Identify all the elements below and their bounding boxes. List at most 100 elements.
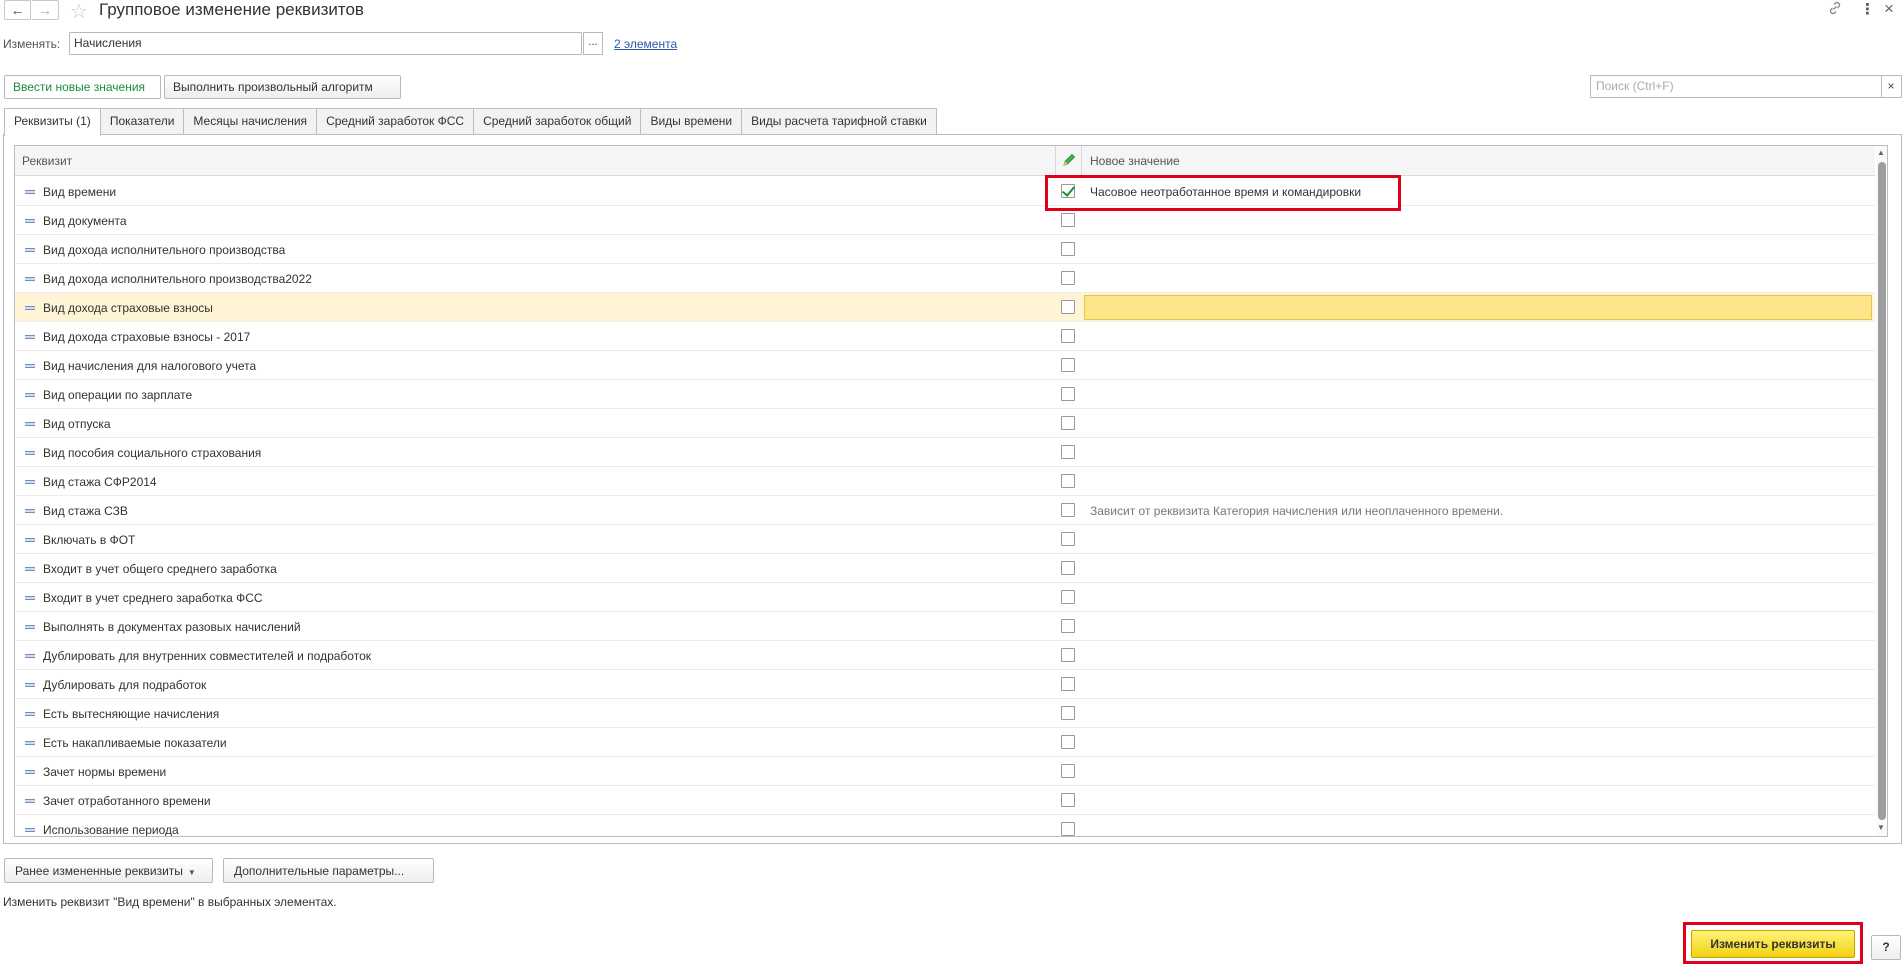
requisite-icon <box>25 596 35 600</box>
title-bar: ← → ☆ Групповое изменение реквизитов ⋮ × <box>0 0 1904 24</box>
requisite-icon <box>25 451 35 455</box>
table-row[interactable]: Вид начисления для налогового учета <box>15 351 1875 380</box>
new-value-cell[interactable]: Часовое неотработанное время и командиро… <box>1090 185 1361 199</box>
column-header-new-value[interactable]: Новое значение <box>1090 154 1180 168</box>
requisite-icon <box>25 277 35 281</box>
change-checkbox[interactable] <box>1061 271 1075 285</box>
favorite-star-icon[interactable]: ☆ <box>70 0 88 24</box>
requisite-label: Зачет отработанного времени <box>43 794 211 808</box>
table-row[interactable]: Вид отпуска <box>15 409 1875 438</box>
scroll-down-icon[interactable]: ▼ <box>1877 823 1885 832</box>
tab-avg-earnings-fss[interactable]: Средний заработок ФСС <box>316 108 475 135</box>
table-row[interactable]: Вид дохода исполнительного производства2… <box>15 264 1875 293</box>
change-checkbox[interactable] <box>1061 387 1075 401</box>
requisite-icon <box>25 509 35 513</box>
table-row[interactable]: Вид операции по зарплате <box>15 380 1875 409</box>
requisite-label: Зачет нормы времени <box>43 765 167 779</box>
change-checkbox[interactable] <box>1061 677 1075 691</box>
table-row[interactable]: Вид времени Часовое неотработанное время … <box>15 177 1875 206</box>
extra-parameters-button[interactable]: Дополнительные параметры... <box>223 858 434 883</box>
apply-changes-button[interactable]: Изменить реквизиты <box>1691 930 1855 958</box>
change-checkbox[interactable] <box>1061 648 1075 662</box>
more-menu-icon[interactable]: ⋮ <box>1860 0 1875 18</box>
tab-accrual-months[interactable]: Месяцы начисления <box>183 108 318 135</box>
tab-requisites[interactable]: Реквизиты (1) <box>4 108 101 136</box>
table-row[interactable]: Вид дохода страховые взносы - 2017 <box>15 322 1875 351</box>
requisite-label: Входит в учет общего среднего заработка <box>43 562 277 576</box>
table-row[interactable]: Включать в ФОТ <box>15 525 1875 554</box>
change-checkbox[interactable] <box>1061 764 1075 778</box>
change-checkbox[interactable] <box>1061 706 1075 720</box>
tab-indicators[interactable]: Показатели <box>99 108 185 135</box>
table-row[interactable]: Есть вытесняющие начисления <box>15 699 1875 728</box>
tab-rate-calculation-types[interactable]: Виды расчета тарифной ставки <box>741 108 937 135</box>
requisites-table: Реквизит Новое значение Вид времени Часов… <box>14 145 1888 837</box>
table-row[interactable]: Вид дохода страховые взносы <box>15 293 1875 322</box>
table-row[interactable]: Вид стажа СФР2014 <box>15 467 1875 496</box>
change-checkbox[interactable] <box>1061 213 1075 227</box>
requisite-icon <box>25 422 35 426</box>
table-row[interactable]: Вид стажа СЗВ Зависит от реквизита Катего… <box>15 496 1875 525</box>
tab-time-types[interactable]: Виды времени <box>640 108 743 135</box>
previously-changed-button[interactable]: Ранее измененные реквизиты ▼ <box>4 858 213 883</box>
back-button[interactable]: ← <box>4 0 31 20</box>
scroll-thumb[interactable] <box>1878 162 1886 820</box>
table-row[interactable]: Вид пособия социального страхования <box>15 438 1875 467</box>
change-checkbox[interactable] <box>1061 329 1075 343</box>
table-row[interactable]: Дублировать для внутренних совместителей… <box>15 641 1875 670</box>
change-object-input[interactable]: Начисления <box>69 32 582 55</box>
change-checkbox[interactable] <box>1061 561 1075 575</box>
window-title: Групповое изменение реквизитов <box>99 0 364 19</box>
change-checkbox[interactable] <box>1061 793 1075 807</box>
table-row[interactable]: Зачет отработанного времени <box>15 786 1875 815</box>
table-row[interactable]: Входит в учет среднего заработка ФСС <box>15 583 1875 612</box>
link-icon[interactable] <box>1828 1 1842 18</box>
change-checkbox[interactable] <box>1061 358 1075 372</box>
requisite-label: Вид документа <box>43 214 127 228</box>
change-checkbox[interactable] <box>1061 416 1075 430</box>
requisite-icon <box>25 567 35 571</box>
change-checkbox[interactable] <box>1061 735 1075 749</box>
status-text: Изменить реквизит "Вид времени" в выбран… <box>3 895 337 909</box>
enter-new-values-button[interactable]: Ввести новые значения <box>4 75 161 99</box>
change-checkbox[interactable] <box>1061 445 1075 459</box>
table-row[interactable]: Использование периода <box>15 815 1875 836</box>
change-checkbox[interactable] <box>1061 300 1075 314</box>
change-checkbox[interactable] <box>1061 619 1075 633</box>
change-checkbox[interactable] <box>1061 822 1075 836</box>
change-checkbox[interactable] <box>1061 184 1075 198</box>
help-button[interactable]: ? <box>1871 935 1901 960</box>
search-input[interactable]: Поиск (Ctrl+F) <box>1590 75 1882 98</box>
requisite-icon <box>25 741 35 745</box>
requisite-label: Есть накапливаемые показатели <box>43 736 227 750</box>
requisite-icon <box>25 306 35 310</box>
requisite-label: Вид дохода страховые взносы - 2017 <box>43 330 251 344</box>
choose-button[interactable]: ... <box>583 32 603 55</box>
custom-algorithm-button[interactable]: Выполнить произвольный алгоритм <box>164 75 401 99</box>
elements-link[interactable]: 2 элемента <box>614 37 677 51</box>
new-value-input[interactable] <box>1084 295 1872 320</box>
change-checkbox[interactable] <box>1061 503 1075 517</box>
column-header-requisite[interactable]: Реквизит <box>22 154 72 168</box>
table-row[interactable]: Зачет нормы времени <box>15 757 1875 786</box>
table-row[interactable]: Дублировать для подработок <box>15 670 1875 699</box>
requisite-label: Входит в учет среднего заработка ФСС <box>43 591 263 605</box>
requisite-icon <box>25 683 35 687</box>
forward-button[interactable]: → <box>32 0 59 20</box>
tab-avg-earnings-general[interactable]: Средний заработок общий <box>473 108 642 135</box>
table-row[interactable]: Входит в учет общего среднего заработка <box>15 554 1875 583</box>
requisite-icon <box>25 393 35 397</box>
requisite-icon <box>25 538 35 542</box>
change-checkbox[interactable] <box>1061 590 1075 604</box>
table-row[interactable]: Выполнять в документах разовых начислени… <box>15 612 1875 641</box>
vertical-scrollbar[interactable]: ▲ ▼ <box>1876 146 1887 836</box>
change-checkbox[interactable] <box>1061 532 1075 546</box>
change-checkbox[interactable] <box>1061 474 1075 488</box>
table-row[interactable]: Вид документа <box>15 206 1875 235</box>
search-clear-icon[interactable]: × <box>1881 75 1902 98</box>
table-row[interactable]: Есть накапливаемые показатели <box>15 728 1875 757</box>
close-icon[interactable]: × <box>1884 0 1894 19</box>
scroll-up-icon[interactable]: ▲ <box>1877 148 1885 157</box>
change-checkbox[interactable] <box>1061 242 1075 256</box>
table-row[interactable]: Вид дохода исполнительного производства <box>15 235 1875 264</box>
